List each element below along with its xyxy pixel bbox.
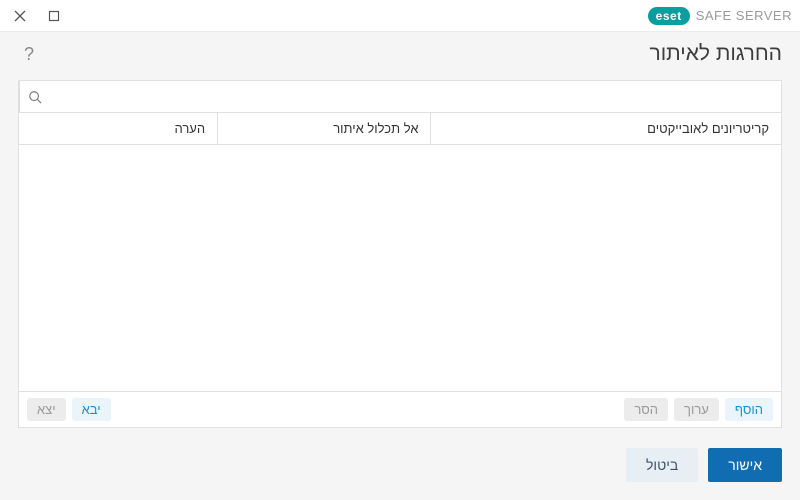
column-exclude[interactable]: אל תכלול איתור — [217, 113, 430, 144]
header-row: החרגות לאיתור ? — [0, 32, 800, 80]
title-bar: eset SAFE SERVER — [0, 0, 800, 32]
ok-button[interactable]: אישור — [708, 448, 782, 482]
help-icon[interactable]: ? — [18, 43, 40, 65]
content-area: החרגות לאיתור ? קריטריונים לאובייקטים אל… — [0, 32, 800, 500]
brand-badge: eset — [648, 7, 690, 25]
footer: אישור ביטול — [0, 430, 800, 500]
edit-button: ערוך — [674, 398, 719, 421]
export-button: יצא — [27, 398, 66, 421]
cancel-button[interactable]: ביטול — [626, 448, 698, 482]
column-criteria[interactable]: קריטריונים לאובייקטים — [430, 113, 781, 144]
brand-product: SAFE SERVER — [696, 8, 792, 23]
close-icon[interactable] — [12, 8, 28, 24]
search-icon[interactable] — [19, 81, 49, 112]
add-button[interactable]: הוסף — [725, 398, 773, 421]
import-button[interactable]: יבא — [72, 398, 111, 421]
window-controls — [12, 8, 62, 24]
page-title: החרגות לאיתור — [48, 42, 782, 66]
brand: eset SAFE SERVER — [648, 7, 792, 25]
table-header: קריטריונים לאובייקטים אל תכלול איתור הער… — [19, 113, 781, 145]
remove-button: הסר — [624, 398, 668, 421]
search-row — [19, 81, 781, 113]
table-body — [19, 145, 781, 391]
search-input[interactable] — [49, 81, 781, 112]
actions-row: הוסף ערוך הסר יבא יצא — [19, 391, 781, 427]
exclusions-panel: קריטריונים לאובייקטים אל תכלול איתור הער… — [18, 80, 782, 428]
maximize-icon[interactable] — [46, 8, 62, 24]
column-comment[interactable]: הערה — [19, 113, 217, 144]
